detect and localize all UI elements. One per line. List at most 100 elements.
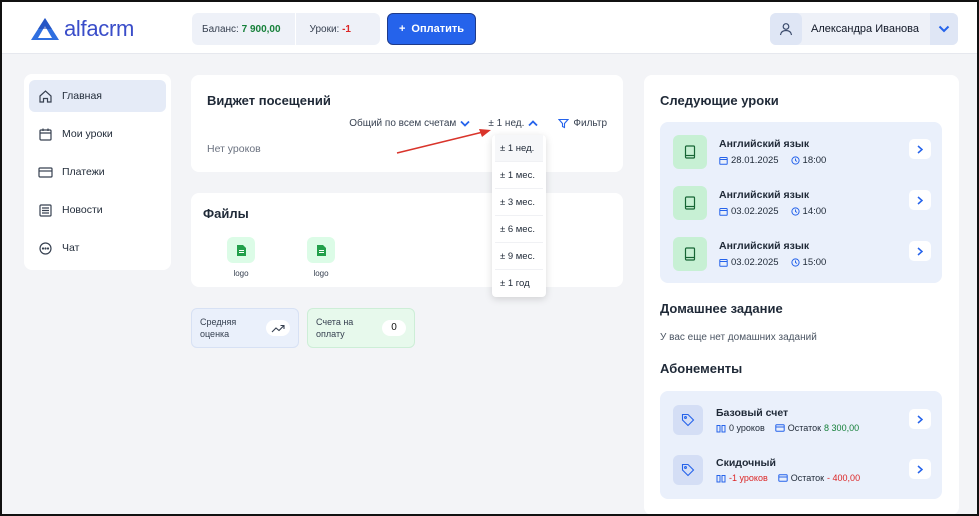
subscription-name: Базовый счет: [716, 407, 789, 419]
logo[interactable]: alfacrm: [30, 16, 134, 42]
plus-icon: +: [398, 23, 406, 35]
chevron-right-icon[interactable]: [909, 190, 931, 210]
invoices-label-line-1: Счета на: [316, 316, 354, 327]
balance-divider: [294, 13, 296, 45]
lesson-date: 03.02.2025: [719, 206, 779, 217]
period-dropdown-menu: ± 1 нед. ± 1 мес. ± 3 мес. ± 6 мес. ± 9 …: [492, 135, 546, 297]
clock-icon: [790, 207, 800, 216]
card-icon: [38, 166, 53, 178]
subscription-meta: -1 уроков Остаток - 400,00: [716, 473, 860, 483]
book-icon: [673, 186, 707, 220]
filter-label: Фильтр: [573, 118, 607, 129]
sidebar-item-label: Мои уроки: [62, 128, 113, 140]
sidebar-item-my-lessons[interactable]: Мои уроки: [29, 118, 166, 150]
subscription-balance-label: Остаток: [790, 473, 825, 483]
subscription-item[interactable]: Скидочный -1 уроков Остаток - 400,00: [673, 455, 931, 489]
subscription-balance: Остаток 8 300,00: [775, 423, 859, 433]
subscription-lessons-value: 0 уроков: [729, 423, 765, 433]
lesson-name: Английский язык: [719, 138, 810, 150]
trend-up-icon: [266, 320, 290, 336]
file-item[interactable]: logo: [307, 237, 335, 278]
subscription-balance-label: Остаток: [787, 423, 822, 433]
subscription-item[interactable]: Базовый счет 0 уроков Остаток 8 300,00: [673, 405, 931, 439]
sidebar-item-news[interactable]: Новости: [29, 194, 166, 226]
card-icon: [775, 424, 785, 432]
chevron-right-icon[interactable]: [909, 139, 931, 159]
lesson-time-value: 14:00: [802, 206, 827, 217]
period-option[interactable]: ± 3 мес.: [495, 189, 543, 216]
filter-icon: [558, 118, 570, 129]
sidebar: Главная Мои уроки Платежи Новости Чат: [24, 74, 171, 270]
logo-icon: [31, 18, 59, 40]
lesson-name: Английский язык: [719, 189, 810, 201]
calendar-icon: [39, 128, 52, 141]
right-panel: Следующие уроки Английский язык 28.01.20…: [644, 75, 959, 514]
lesson-time-value: 18:00: [802, 155, 827, 166]
lesson-time: 14:00: [790, 206, 827, 217]
pay-button-label: Оплатить: [411, 23, 465, 35]
attendance-empty-text: Нет уроков: [207, 143, 261, 155]
chevron-right-icon[interactable]: [909, 241, 931, 261]
homework-title: Домашнее задание: [660, 301, 783, 316]
calendar-icon: [719, 157, 728, 165]
period-option[interactable]: ± 6 мес.: [495, 216, 543, 243]
sidebar-item-home[interactable]: Главная: [29, 80, 166, 112]
lesson-item[interactable]: Английский язык 28.01.2025 18:00: [673, 135, 931, 169]
lesson-date-value: 03.02.2025: [731, 206, 779, 217]
book-icon: [673, 135, 707, 169]
sidebar-item-label: Главная: [62, 90, 102, 102]
period-option[interactable]: ± 1 мес.: [495, 162, 543, 189]
invoices-label: Счета на оплату: [316, 316, 353, 340]
subscription-meta: 0 уроков Остаток 8 300,00: [716, 423, 859, 433]
average-grade-tile[interactable]: Средняя оценка: [191, 308, 299, 348]
lesson-item[interactable]: Английский язык 03.02.2025 14:00: [673, 186, 931, 220]
period-select[interactable]: ± 1 нед.: [488, 118, 539, 129]
document-icon: [227, 237, 255, 263]
lesson-date: 03.02.2025: [719, 257, 779, 268]
lesson-date-value: 03.02.2025: [731, 257, 779, 268]
balance-label: Баланс:: [202, 23, 239, 35]
user-avatar-icon: [770, 13, 802, 45]
logo-text: alfacrm: [64, 16, 135, 41]
next-lessons-list: Английский язык 28.01.2025 18:00 Английс…: [660, 122, 942, 283]
calendar-icon: [719, 208, 728, 216]
period-option[interactable]: ± 9 мес.: [495, 243, 543, 270]
chevron-right-icon[interactable]: [909, 459, 931, 479]
balance-panel: Баланс: 7 900,00 Уроки: -1: [192, 13, 380, 45]
annotation-arrow: [396, 129, 491, 154]
file-item[interactable]: logo: [227, 237, 255, 278]
period-option[interactable]: ± 1 нед.: [495, 135, 543, 162]
file-label: logo: [233, 269, 249, 278]
sidebar-item-label: Чат: [62, 242, 80, 254]
pay-button[interactable]: + Оплатить: [387, 13, 476, 45]
sidebar-item-chat[interactable]: Чат: [29, 232, 166, 264]
card-icon: [778, 474, 788, 482]
average-grade-label-line-2: оценка: [200, 329, 230, 339]
lesson-name: Английский язык: [719, 240, 810, 252]
sidebar-item-label: Платежи: [62, 166, 105, 178]
chevron-up-icon: [528, 120, 539, 127]
lesson-item[interactable]: Английский язык 03.02.2025 15:00: [673, 237, 931, 271]
book-open-icon: [716, 424, 726, 432]
clock-icon: [790, 156, 800, 165]
balance-value: 7 900,00: [241, 23, 281, 35]
invoices-tile[interactable]: Счета на оплату 0: [307, 308, 415, 348]
lesson-meta: 28.01.2025 18:00: [719, 155, 826, 166]
period-option[interactable]: ± 1 год: [495, 270, 543, 297]
lesson-time-value: 15:00: [802, 257, 827, 268]
book-open-icon: [716, 474, 726, 482]
chevron-down-icon[interactable]: [930, 13, 958, 45]
chevron-right-icon[interactable]: [909, 409, 931, 429]
average-grade-label-line-1: Средняя: [200, 316, 237, 327]
book-icon: [673, 237, 707, 271]
lesson-meta: 03.02.2025 14:00: [719, 206, 826, 217]
subscription-balance-value: 8 300,00: [824, 423, 860, 433]
subscription-lessons-value: -1 уроков: [729, 473, 768, 483]
lesson-date: 28.01.2025: [719, 155, 779, 166]
balance-info: Баланс: 7 900,00: [202, 24, 281, 35]
filter-button[interactable]: Фильтр: [558, 118, 607, 129]
invoices-count: 0: [382, 320, 406, 336]
sidebar-item-payments[interactable]: Платежи: [29, 156, 166, 188]
attendance-widget-title: Виджет посещений: [207, 93, 331, 108]
user-menu[interactable]: Александра Иванова: [770, 13, 958, 45]
